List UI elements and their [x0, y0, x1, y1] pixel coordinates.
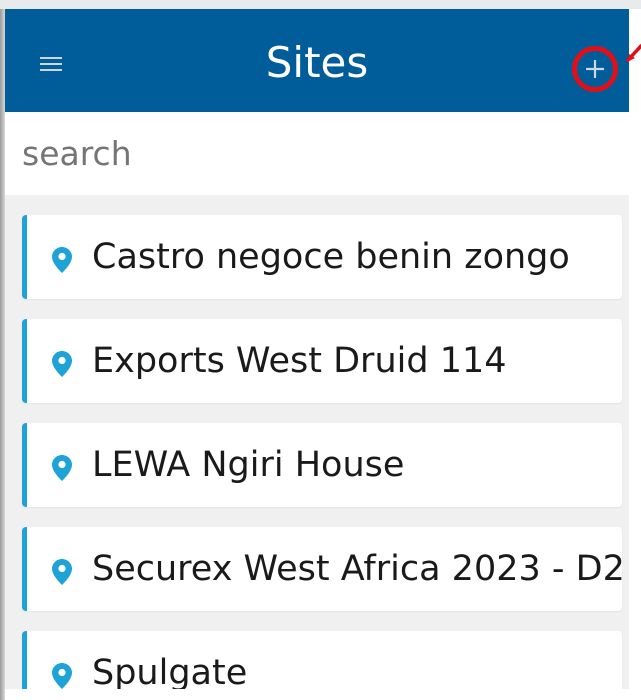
location-pin-icon [52, 455, 72, 481]
app-header: Sites [5, 9, 629, 112]
site-name: Castro negoce benin zongo [92, 237, 570, 277]
add-site-button[interactable] [571, 45, 619, 93]
plus-icon [572, 46, 618, 92]
site-list-item[interactable]: LEWA Ngiri House [22, 423, 622, 507]
sites-screen: Sites Castro negoce benin zongo [5, 9, 629, 689]
search-input[interactable] [5, 112, 605, 195]
site-list-item[interactable]: Exports West Druid 114 [22, 319, 622, 403]
site-list-item[interactable]: Spulgate [22, 631, 622, 689]
screenshot-frame: Sites Castro negoce benin zongo [0, 0, 641, 700]
location-pin-icon [52, 559, 72, 585]
search-bar [5, 112, 629, 195]
annotation-arrow-icon [626, 44, 641, 62]
site-name: Securex West Africa 2023 - D28 [92, 549, 622, 589]
site-list-item[interactable]: Castro negoce benin zongo [22, 215, 622, 299]
location-pin-icon [52, 663, 72, 689]
site-name: Exports West Druid 114 [92, 341, 507, 381]
site-name: LEWA Ngiri House [92, 445, 405, 485]
top-border [0, 0, 641, 9]
location-pin-icon [52, 351, 72, 377]
site-list-item[interactable]: Securex West Africa 2023 - D28 [22, 527, 622, 611]
site-name: Spulgate [92, 653, 248, 689]
site-list: Castro negoce benin zongo Exports West D… [22, 215, 629, 689]
location-pin-icon [52, 247, 72, 273]
page-title: Sites [265, 38, 369, 87]
